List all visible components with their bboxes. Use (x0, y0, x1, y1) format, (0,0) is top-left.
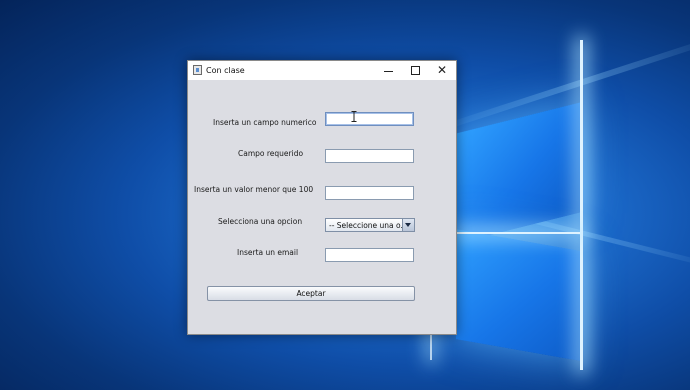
window-titlebar[interactable]: Con clase ✕ (188, 61, 456, 80)
windows-logo-pane (456, 229, 580, 361)
minimize-icon (383, 70, 393, 72)
java-app-icon (193, 65, 202, 75)
close-button[interactable]: ✕ (428, 61, 456, 80)
max-value-field-label: Inserta un valor menor que 100 (194, 185, 314, 194)
close-icon: ✕ (436, 63, 448, 77)
minimize-button[interactable] (374, 61, 402, 80)
email-field-label: Inserta un email (237, 248, 299, 257)
accept-button[interactable]: Aceptar (207, 286, 415, 301)
email-field-input[interactable] (325, 248, 414, 262)
option-select-value: -- Seleccione una o... (329, 221, 408, 230)
numeric-field-input[interactable] (325, 112, 414, 126)
maximize-button[interactable] (401, 61, 429, 80)
chevron-down-icon[interactable] (402, 219, 414, 231)
required-field-label: Campo requerido (238, 149, 304, 158)
windows-logo-edge (580, 40, 583, 370)
app-window: Con clase ✕ Inserta un campo numerico Ca… (187, 60, 457, 335)
text-cursor-icon (351, 111, 357, 122)
windows-logo-edge (456, 232, 580, 234)
maximize-icon (410, 65, 420, 75)
option-select-label: Selecciona una opcion (218, 217, 303, 226)
window-title: Con clase (206, 66, 245, 75)
numeric-field-label: Inserta un campo numerico (213, 118, 317, 127)
option-select[interactable]: -- Seleccione una o... (325, 218, 415, 232)
windows-logo-pane (456, 102, 580, 244)
max-value-field-input[interactable] (325, 186, 414, 200)
required-field-input[interactable] (325, 149, 414, 163)
